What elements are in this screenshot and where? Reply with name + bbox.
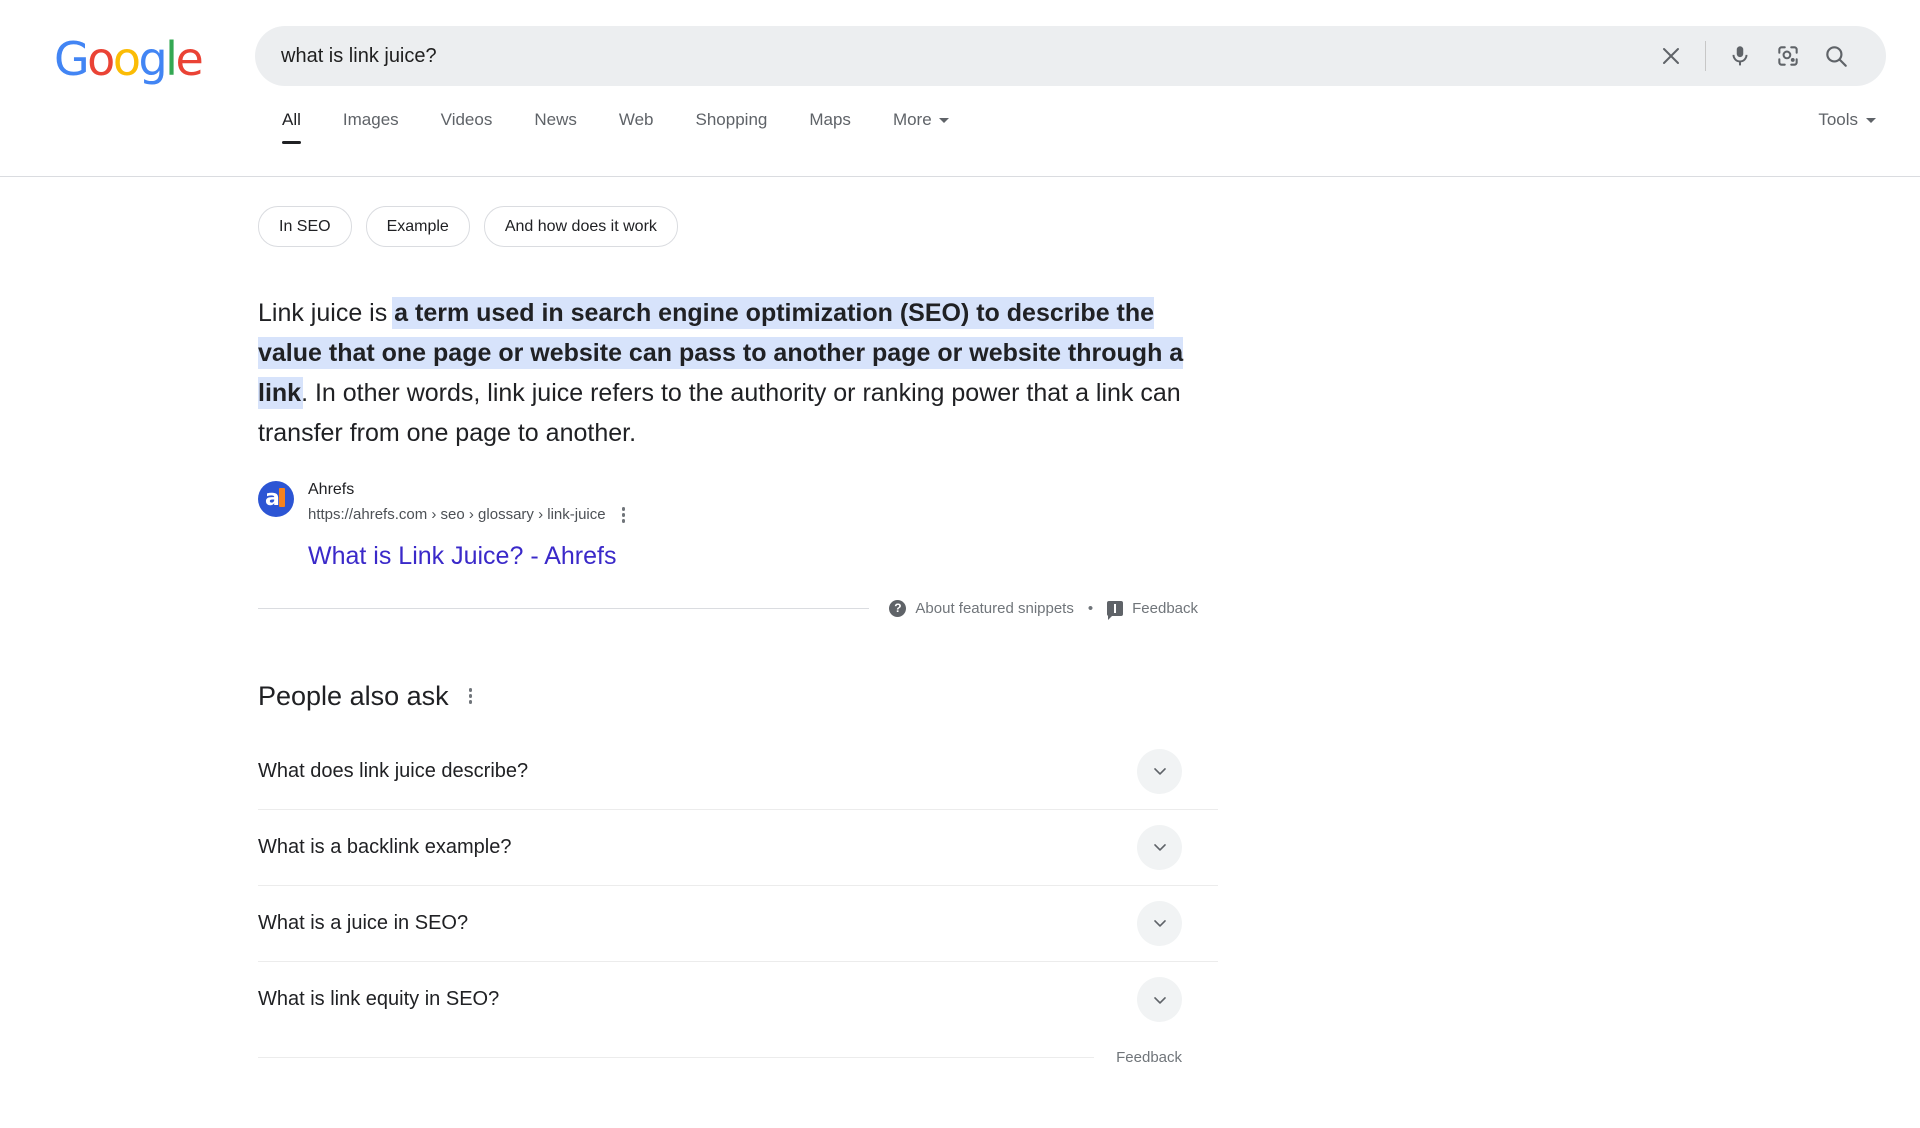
snippet-source: a Ahrefs https://ahrefs.com › seo › glos… [258, 479, 1258, 572]
close-icon[interactable] [1647, 32, 1695, 80]
favicon-letter: a [265, 486, 280, 511]
snippet-trailing: . In other words, link juice refers to t… [258, 379, 1181, 447]
related-chips: In SEO Example And how does it work [258, 177, 1258, 247]
chip-and-how-does-it-work[interactable]: And how does it work [483, 206, 678, 247]
tab-videos[interactable]: Videos [441, 110, 493, 144]
chip-label: In SEO [279, 217, 331, 235]
paa-title: People also ask [258, 680, 449, 711]
page-header: Google what is link juice? All Images Vi… [0, 0, 1920, 177]
tab-more-label: More [892, 110, 932, 129]
chevron-down-icon[interactable] [1137, 824, 1182, 870]
logo-letter-0: G [54, 32, 90, 86]
tab-videos-label: Videos [440, 110, 493, 129]
paa-question-label: What is link equity in SEO? [258, 988, 500, 1010]
search-results: In SEO Example And how does it work Link… [0, 177, 1920, 1078]
chip-example[interactable]: Example [365, 206, 470, 247]
chip-in-seo[interactable]: In SEO [258, 206, 352, 247]
tab-web-label: Web [618, 110, 654, 129]
favicon-accent-bar [279, 488, 285, 507]
paa-feedback-link[interactable]: Feedback [1116, 1049, 1182, 1066]
paa-divider [258, 1057, 1095, 1058]
flag-feedback-icon [1107, 600, 1124, 620]
microphone-icon[interactable] [1716, 32, 1764, 80]
chevron-down-icon [938, 118, 949, 124]
logo-letter-4: l [165, 32, 178, 86]
help-circle-icon: ? [889, 599, 907, 617]
paa-item-3[interactable]: What is link equity in SEO? [258, 962, 1218, 1038]
source-meta: Ahrefs https://ahrefs.com › seo › glossa… [308, 479, 629, 572]
paa-footer: Feedback [258, 1038, 1218, 1078]
featured-snippet-text: Link juice is a term used in search engi… [258, 293, 1198, 453]
tab-images-label: Images [342, 110, 399, 129]
tab-news-label: News [534, 110, 577, 129]
tab-shopping-label: Shopping [695, 110, 768, 129]
search-actions [1647, 32, 1886, 80]
paa-question-label: What does link juice describe? [258, 759, 529, 782]
chevron-down-icon[interactable] [1137, 748, 1182, 794]
tab-all-label: All [282, 110, 301, 129]
ahrefs-favicon-icon: a [258, 481, 294, 517]
snippet-footer: ? About featured snippets • Feedback [258, 599, 1198, 620]
tab-news[interactable]: News [534, 110, 577, 144]
google-logo[interactable]: Google [54, 32, 204, 86]
tab-maps[interactable]: Maps [809, 110, 851, 144]
tab-all[interactable]: All [282, 110, 301, 144]
tools-label: Tools [1818, 110, 1858, 129]
tab-maps-label: Maps [809, 110, 851, 129]
logo-letter-3: g [138, 32, 167, 86]
navigation-tabs: All Images Videos News Web Shopping Maps… [0, 110, 1920, 158]
footer-separator: • [1087, 599, 1094, 617]
paa-question-list: What does link juice describe? What is a… [258, 734, 1218, 1038]
logo-letter-5: e [175, 32, 203, 86]
search-bar[interactable] [255, 26, 1886, 86]
snippet-feedback-link[interactable]: Feedback [1107, 599, 1198, 620]
about-featured-snippets-label: About featured snippets [915, 599, 1074, 617]
results-column: In SEO Example And how does it work Link… [258, 177, 1258, 1078]
tab-list: All Images Videos News Web Shopping Maps… [282, 110, 991, 144]
tab-shopping[interactable]: Shopping [696, 110, 768, 144]
google-lens-icon[interactable] [1764, 32, 1812, 80]
paa-question-label: What is a backlink example? [258, 835, 512, 858]
about-featured-snippets-link[interactable]: ? About featured snippets [889, 599, 1074, 617]
breadcrumb-row: https://ahrefs.com › seo › glossary › li… [308, 504, 629, 526]
breadcrumb: https://ahrefs.com › seo › glossary › li… [308, 505, 606, 523]
chevron-down-icon[interactable] [1137, 977, 1182, 1022]
tab-more[interactable]: More [893, 110, 949, 144]
chip-label: Example [386, 217, 449, 235]
logo-letter-1: o [87, 32, 115, 86]
tools-button[interactable]: Tools [1818, 110, 1876, 130]
chip-label: And how does it work [504, 217, 657, 235]
paa-question-label: What is a juice in SEO? [258, 911, 469, 934]
tab-images[interactable]: Images [343, 110, 399, 144]
site-name: Ahrefs [308, 481, 355, 498]
paa-item-0[interactable]: What does link juice describe? [258, 734, 1218, 810]
search-divider [1705, 41, 1706, 71]
snippet-lead: Link juice is [258, 299, 395, 327]
chevron-down-icon [1866, 118, 1876, 124]
result-title-link[interactable]: What is Link Juice? - Ahrefs [308, 540, 629, 572]
paa-header: People also ask [258, 681, 1218, 712]
kebab-menu-icon[interactable] [618, 504, 630, 526]
search-input[interactable] [255, 26, 1647, 86]
tab-web[interactable]: Web [619, 110, 654, 144]
kebab-menu-icon[interactable] [465, 685, 477, 707]
search-icon[interactable] [1812, 32, 1860, 80]
paa-item-1[interactable]: What is a backlink example? [258, 810, 1218, 886]
footer-divider [258, 607, 870, 609]
snippet-feedback-label: Feedback [1132, 599, 1198, 617]
logo-letter-2: o [112, 32, 141, 86]
chevron-down-icon[interactable] [1137, 900, 1182, 946]
paa-item-2[interactable]: What is a juice in SEO? [258, 886, 1218, 962]
people-also-ask: People also ask What does link juice des… [258, 681, 1218, 1078]
